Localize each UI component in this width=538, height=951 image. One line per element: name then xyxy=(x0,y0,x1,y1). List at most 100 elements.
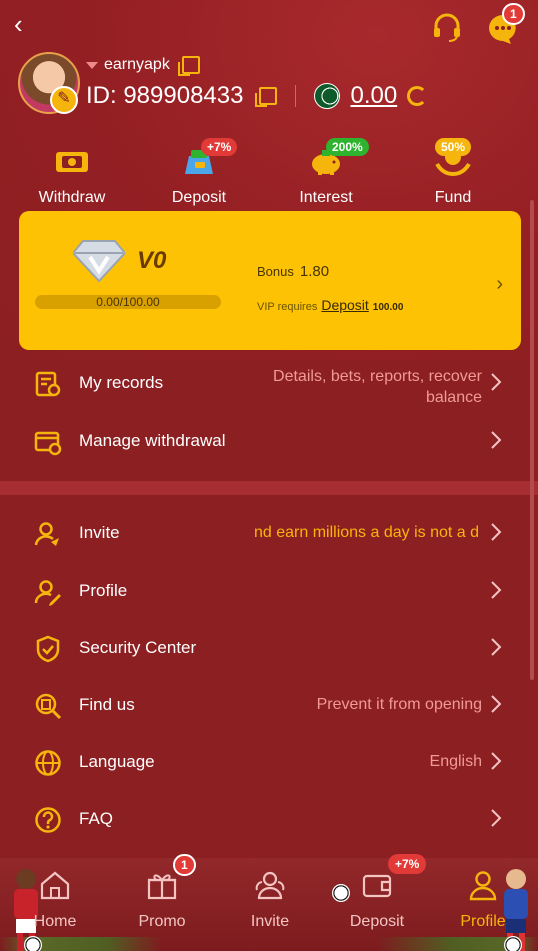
chevron-right-icon xyxy=(491,523,502,541)
interest-action[interactable]: 200% Interest xyxy=(276,138,376,207)
invite-user-icon xyxy=(34,522,59,546)
football-icon xyxy=(24,936,42,951)
wallet-money-icon xyxy=(56,152,88,172)
withdraw-label: Withdraw xyxy=(38,189,106,206)
deposit-label: Deposit xyxy=(171,189,227,206)
profile-header: ‹ 1 ✎ earnyapk ID: 989908433 0.00 Withdr… xyxy=(0,0,538,360)
divider xyxy=(295,85,297,107)
copy-username-icon[interactable] xyxy=(177,56,200,76)
quick-actions: Withdraw +7% Deposit 200% Interest 50% F… xyxy=(0,138,538,210)
chevron-right-icon xyxy=(491,809,502,827)
menu-item-manage-withdrawal[interactable]: Manage withdrawal xyxy=(0,414,538,470)
interest-label: Interest xyxy=(299,189,353,206)
menu-label: Manage withdrawal xyxy=(79,431,226,450)
menu-value: Prevent it from opening xyxy=(316,696,482,713)
chevron-right-icon xyxy=(491,638,502,656)
vip-card[interactable]: V0 0.00/100.00 Bonus 1.80 VIP requires Dep… xyxy=(19,211,521,350)
chevron-right-icon xyxy=(491,581,502,599)
nav-profile[interactable]: Profile xyxy=(438,858,528,931)
menu-label: Security Center xyxy=(79,638,197,657)
deposit-badge: +7% xyxy=(201,138,238,156)
edit-avatar-icon[interactable]: ✎ xyxy=(50,86,78,114)
refresh-icon[interactable] xyxy=(407,86,428,106)
requires-amount: 100.00 xyxy=(372,302,404,313)
fund-label: Fund xyxy=(434,189,472,206)
scrollbar[interactable] xyxy=(530,200,534,680)
vip-progress-text: 0.00/100.00 xyxy=(96,295,160,309)
requires-label: VIP requires xyxy=(257,301,318,313)
copy-id-icon[interactable] xyxy=(255,87,278,107)
menu-item-security-center[interactable]: Security Center xyxy=(0,621,538,677)
nav-label: Invite xyxy=(250,913,290,930)
menu-item-invite[interactable]: Invite nd earn millions a day is not a d xyxy=(0,506,538,562)
nav-label: Profile xyxy=(460,913,506,930)
records-icon xyxy=(35,371,61,397)
requires-deposit-link[interactable]: Deposit xyxy=(321,297,368,313)
interest-badge: 200% xyxy=(326,138,369,156)
vip-level: V0 xyxy=(137,247,167,274)
nav-home[interactable]: Home xyxy=(10,858,100,931)
chevron-right-icon xyxy=(491,695,502,713)
menu-item-profile[interactable]: Profile xyxy=(0,564,538,620)
section-divider xyxy=(0,481,538,495)
vip-bonus: Bonus 1.80 xyxy=(257,263,329,280)
menu-label: FAQ xyxy=(79,809,114,828)
menu-item-language[interactable]: Language English xyxy=(0,735,538,791)
pakistan-flag-icon xyxy=(314,83,341,109)
withdraw-action[interactable]: Withdraw xyxy=(22,140,122,207)
question-icon xyxy=(35,807,61,833)
menu-value: Details, bets, reports, recover balance xyxy=(273,368,482,406)
bottom-nav: Home 1 Promo Invite +7% Deposit Profile xyxy=(0,854,538,951)
fund-action[interactable]: 50% Fund xyxy=(403,138,503,207)
search-doc-icon xyxy=(35,693,62,720)
menu-label: Profile xyxy=(79,581,128,600)
menu-label: Invite xyxy=(79,523,120,542)
bonus-value: 1.80 xyxy=(299,263,330,280)
message-badge: 1 xyxy=(502,3,525,25)
home-icon xyxy=(40,871,70,900)
menu-label: Language xyxy=(79,752,155,771)
fund-badge: 50% xyxy=(435,138,472,156)
chevron-right-icon[interactable]: › xyxy=(496,273,503,296)
person-icon xyxy=(469,871,497,901)
balance[interactable]: 0.00 xyxy=(350,82,397,110)
nav-invite[interactable]: Invite xyxy=(225,858,315,931)
menu-item-my-records[interactable]: My records Details, bets, reports, recov… xyxy=(0,356,538,412)
nav-promo[interactable]: 1 Promo xyxy=(117,854,207,931)
vip-diamond-icon xyxy=(73,240,125,283)
user-id: ID: 989908433 xyxy=(86,82,244,109)
nav-label: Deposit xyxy=(349,913,405,930)
username: earnyapk xyxy=(104,56,170,73)
wallet-icon xyxy=(362,874,392,898)
users-icon xyxy=(255,871,285,900)
vip-requirement: VIP requires Deposit 100.00 xyxy=(257,297,403,313)
chevron-right-icon xyxy=(491,431,502,449)
menu-item-find-us[interactable]: Find us Prevent it from opening xyxy=(0,678,538,734)
menu-label: My records xyxy=(79,373,164,392)
bonus-label: Bonus xyxy=(257,264,294,279)
football-icon xyxy=(504,936,522,951)
nav-deposit[interactable]: +7% Deposit xyxy=(332,854,427,931)
chevron-right-icon xyxy=(491,752,502,770)
globe-icon xyxy=(35,750,61,776)
headset-icon[interactable] xyxy=(430,10,464,44)
nav-label: Home xyxy=(33,913,77,930)
deposit-nav-badge: +7% xyxy=(388,854,427,874)
gift-icon xyxy=(147,874,177,900)
menu-item-faq[interactable]: FAQ xyxy=(0,792,538,848)
grass-decoration xyxy=(0,937,538,951)
menu-label: Find us xyxy=(79,695,135,714)
withdrawal-card-icon xyxy=(34,431,62,456)
username-row: earnyapk xyxy=(86,56,200,76)
profile-edit-icon xyxy=(34,580,61,606)
nav-label: Promo xyxy=(138,913,186,930)
id-row: ID: 989908433 0.00 xyxy=(86,82,428,110)
back-arrow-icon[interactable]: ‹ xyxy=(14,11,38,38)
shield-check-icon xyxy=(36,635,60,663)
deposit-action[interactable]: +7% Deposit xyxy=(149,138,249,207)
chevron-right-icon xyxy=(491,373,502,391)
menu-value: English xyxy=(429,753,482,770)
invite-marquee: nd earn millions a day is not a d xyxy=(254,524,480,541)
dropdown-triangle-icon[interactable] xyxy=(86,61,98,69)
promo-badge: 1 xyxy=(173,854,196,876)
